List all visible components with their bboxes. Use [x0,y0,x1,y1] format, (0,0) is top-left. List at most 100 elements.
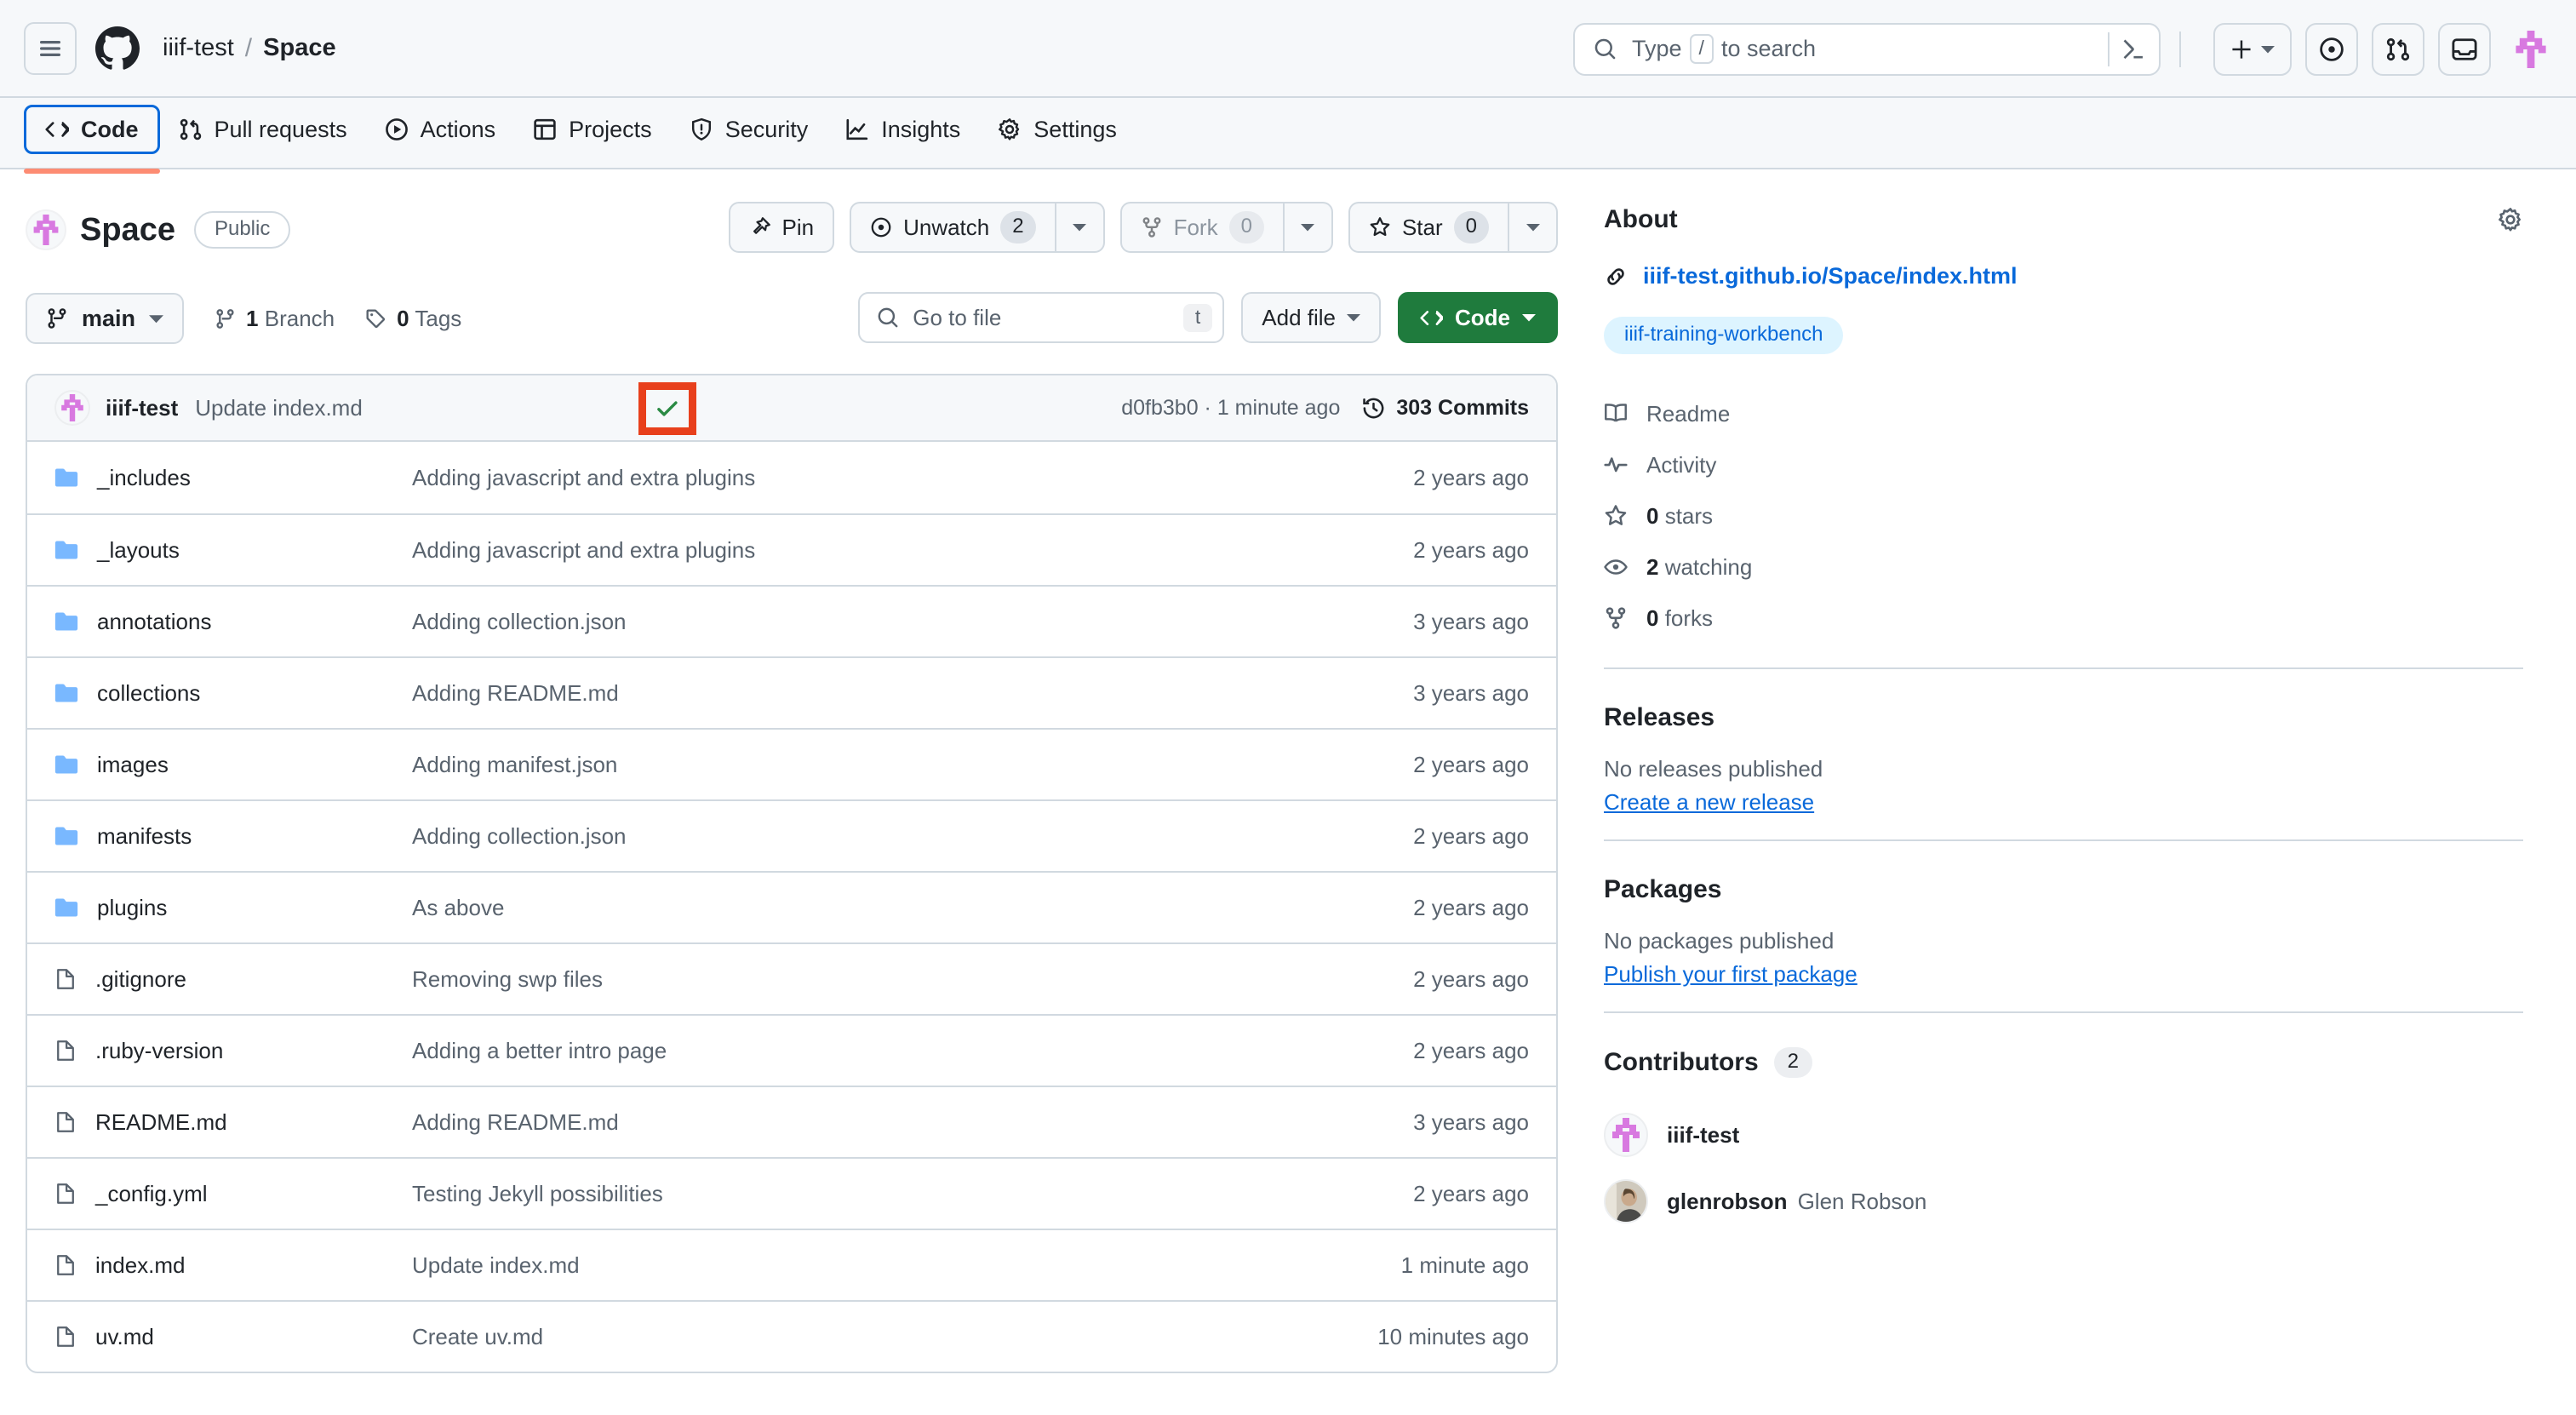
commits-count-link[interactable]: 303 Commits [1362,396,1529,421]
hamburger-menu-button[interactable] [24,21,77,75]
branch-selector-button[interactable]: main [26,293,185,344]
create-release-link[interactable]: Create a new release [1604,789,1814,815]
tab-pull-requests[interactable]: Pull requests [160,105,366,154]
commit-message[interactable]: Update index.md [195,395,363,421]
issues-button[interactable] [2305,22,2358,76]
table-row[interactable]: _config.yml Testing Jekyll possibilities… [27,1157,1556,1229]
table-row[interactable]: _includes Adding javascript and extra pl… [27,442,1556,513]
file-commit-message[interactable]: Adding collection.json [412,609,1413,635]
file-name[interactable]: _includes [97,465,191,491]
terminal-icon[interactable] [2121,37,2145,61]
file-commit-message[interactable]: Create uv.md [412,1324,1377,1350]
about-item[interactable]: 2 watching [1604,541,2523,593]
file-commit-message[interactable]: Update index.md [412,1252,1401,1279]
file-commit-message[interactable]: Adding javascript and extra plugins [412,465,1413,491]
table-row[interactable]: .gitignore Removing swp files 2 years ag… [27,942,1556,1014]
file-name[interactable]: .gitignore [95,966,186,993]
table-row[interactable]: collections Adding README.md 3 years ago [27,656,1556,728]
folder-icon [54,612,78,631]
tab-projects[interactable]: Projects [514,105,671,154]
repo-owner-avatar[interactable] [26,209,66,250]
fork-dropdown-button[interactable] [1283,202,1333,253]
tab-insights[interactable]: Insights [827,105,979,154]
tag-icon [366,308,386,328]
commit-author[interactable]: iiif-test [106,395,178,421]
commit-hash-and-time[interactable]: d0fb3b0 · 1 minute ago [1121,396,1340,421]
fork-button[interactable]: Fork 0 [1119,202,1284,253]
watch-dropdown-button[interactable] [1055,202,1105,253]
contributor-row[interactable]: iiif-test [1604,1102,2523,1168]
about-item[interactable]: Activity [1604,439,2523,490]
file-name[interactable]: _layouts [97,537,180,564]
about-item[interactable]: 0 stars [1604,490,2523,541]
file-name[interactable]: .ruby-version [95,1038,223,1064]
breadcrumb-separator: / [244,33,253,62]
file-search-input[interactable]: Go to file t [858,292,1225,343]
unwatch-button[interactable]: Unwatch 2 [850,202,1056,253]
table-row[interactable]: plugins As above 2 years ago [27,871,1556,942]
add-file-button[interactable]: Add file [1241,292,1381,343]
contributor-row[interactable]: glenrobson Glen Robson [1604,1168,2523,1235]
table-row[interactable]: _layouts Adding javascript and extra plu… [27,513,1556,585]
tab-security[interactable]: Security [671,105,827,154]
contributors-header: Contributors 2 [1604,1047,2523,1078]
file-name[interactable]: images [97,752,169,778]
pull-requests-button[interactable] [2372,22,2424,76]
global-search-input[interactable]: Type / to search [1573,22,2161,76]
identicon-icon [2516,30,2546,68]
topic-badge[interactable]: iiif-training-workbench [1604,317,1844,354]
about-item[interactable]: 0 forks [1604,593,2523,644]
file-name[interactable]: README.md [95,1109,227,1136]
file-name[interactable]: index.md [95,1252,186,1279]
table-row[interactable]: index.md Update index.md 1 minute ago [27,1229,1556,1300]
check-icon[interactable] [655,396,680,421]
file-commit-message[interactable]: Adding javascript and extra plugins [412,537,1413,564]
file-commit-message[interactable]: Testing Jekyll possibilities [412,1181,1413,1207]
star-button[interactable]: Star 0 [1348,202,1508,253]
file-name[interactable]: plugins [97,895,167,921]
file-commit-message[interactable]: Adding manifest.json [412,752,1413,778]
file-commit-message[interactable]: Removing swp files [412,966,1413,993]
table-row[interactable]: annotations Adding collection.json 3 yea… [27,585,1556,656]
file-commit-message[interactable]: Adding collection.json [412,823,1413,850]
table-row[interactable]: README.md Adding README.md 3 years ago [27,1086,1556,1157]
file-commit-message[interactable]: As above [412,895,1413,921]
page-title[interactable]: Space [80,212,175,249]
gear-icon[interactable] [2498,207,2523,232]
contributor-login[interactable]: glenrobson [1667,1189,1788,1214]
commit-author-avatar[interactable] [54,390,90,426]
file-name[interactable]: annotations [97,609,211,635]
pin-button[interactable]: Pin [728,202,835,253]
branches-link[interactable]: 1 Branch [215,306,335,332]
tags-link[interactable]: 0 Tags [365,306,461,332]
contributor-login[interactable]: iiif-test [1667,1122,1739,1148]
file-name[interactable]: manifests [97,823,192,850]
publish-package-link[interactable]: Publish your first package [1604,961,1858,987]
breadcrumb-owner[interactable]: iiif-test [163,34,234,62]
tab-settings[interactable]: Settings [979,105,1136,154]
table-row[interactable]: uv.md Create uv.md 10 minutes ago [27,1300,1556,1372]
repo-title-row: Space Public Pin Unwatch 2 Fork 0 Star 0 [26,202,1558,255]
file-commit-message[interactable]: Adding README.md [412,1109,1413,1136]
create-new-button[interactable] [2213,22,2292,76]
user-avatar[interactable] [2506,24,2556,74]
file-name[interactable]: _config.yml [95,1181,208,1207]
star-dropdown-button[interactable] [1508,202,1558,253]
tab-actions[interactable]: Actions [366,105,515,154]
file-commit-message[interactable]: Adding a better intro page [412,1038,1413,1064]
table-row[interactable]: images Adding manifest.json 2 years ago [27,728,1556,799]
code-button[interactable]: Code [1398,292,1558,343]
file-name[interactable]: uv.md [95,1324,154,1350]
file-name[interactable]: collections [97,680,200,707]
table-row[interactable]: manifests Adding collection.json 2 years… [27,799,1556,871]
notifications-button[interactable] [2438,22,2491,76]
about-item[interactable]: Readme [1604,388,2523,439]
chevron-down-icon [2261,45,2275,53]
github-logo[interactable] [95,26,140,71]
file-name-cell: .ruby-version [54,1038,412,1064]
tab-code[interactable]: Code [24,105,160,174]
file-commit-message[interactable]: Adding README.md [412,680,1413,707]
table-row[interactable]: .ruby-version Adding a better intro page… [27,1014,1556,1086]
website-link[interactable]: iiif-test.github.io/Space/index.html [1643,263,2018,289]
breadcrumb-repo[interactable]: Space [263,34,335,62]
